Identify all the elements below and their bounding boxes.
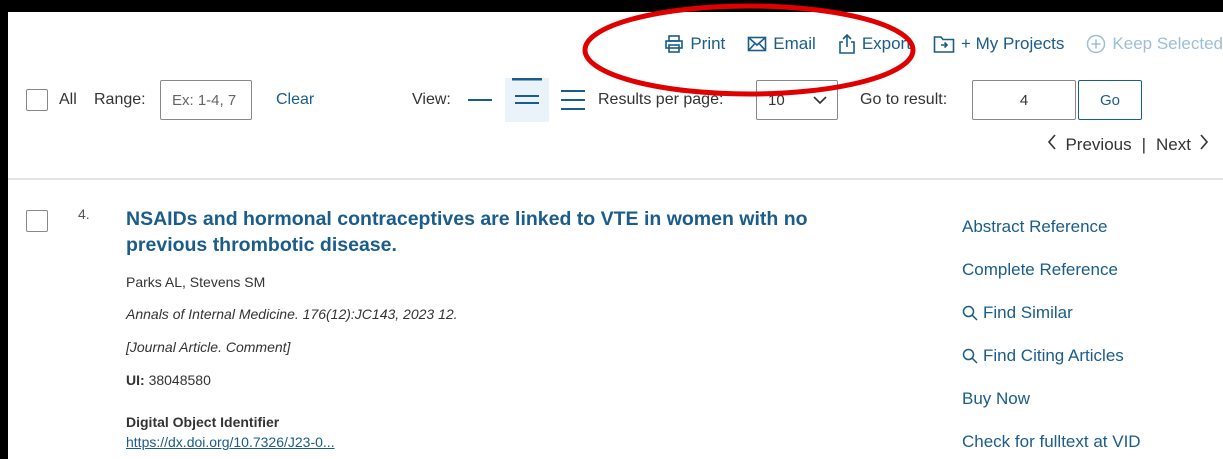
- results-toolbar: Print Email Export + My Projects Keep Se…: [8, 12, 1223, 180]
- chevron-right-icon: [1199, 134, 1209, 155]
- plus-circle-icon: [1087, 34, 1106, 54]
- email-button[interactable]: Email: [747, 34, 816, 54]
- select-all[interactable]: All: [26, 78, 77, 122]
- search-icon: [962, 305, 978, 321]
- result-title-link[interactable]: NSAIDs and hormonal contraceptives are l…: [126, 206, 886, 258]
- complete-reference-link[interactable]: Complete Reference: [962, 260, 1118, 280]
- view-title-only-button[interactable]: [458, 78, 502, 122]
- next-link[interactable]: Next: [1156, 135, 1191, 155]
- doi-label: Digital Object Identifier: [126, 414, 280, 430]
- my-projects-button[interactable]: + My Projects: [933, 34, 1064, 54]
- folder-icon: [933, 36, 955, 53]
- filter-bar: All Range: Ex: 1-4, 7 Clear View: Result…: [8, 78, 1223, 122]
- result-source: Annals of Internal Medicine. 176(12):JC1…: [126, 306, 458, 322]
- keep-selected-button[interactable]: Keep Selected: [1086, 34, 1223, 54]
- results-per-page-select[interactable]: 10: [756, 80, 838, 120]
- envelope-icon: [747, 36, 767, 52]
- ui-value: 38048580: [148, 372, 211, 388]
- title-only-view-icon: [468, 99, 492, 101]
- find-citing-articles-link[interactable]: Find Citing Articles: [962, 346, 1124, 366]
- result-number: 4.: [78, 206, 90, 222]
- select-all-checkbox[interactable]: [26, 89, 48, 111]
- export-icon: [839, 34, 855, 54]
- action-bar: Print Email Export + My Projects Keep Se…: [664, 30, 1223, 58]
- chevron-left-icon: [1047, 134, 1057, 155]
- pagination: Previous | Next: [1047, 134, 1209, 155]
- find-citing-label: Find Citing Articles: [983, 346, 1124, 365]
- standard-view-icon: [512, 78, 542, 104]
- check-fulltext-link[interactable]: Check for fulltext at VID: [962, 432, 1141, 452]
- find-similar-link[interactable]: Find Similar: [962, 303, 1073, 323]
- view-standard-button[interactable]: [505, 78, 549, 122]
- abstract-reference-link[interactable]: Abstract Reference: [962, 217, 1108, 237]
- app-frame: Print Email Export + My Projects Keep Se…: [8, 12, 1223, 459]
- result-checkbox[interactable]: [26, 210, 48, 232]
- goto-label: Go to result:: [860, 91, 948, 108]
- view-label: View:: [412, 91, 451, 108]
- all-label: All: [59, 91, 77, 108]
- printer-icon: [665, 35, 684, 53]
- go-label: Go: [1099, 91, 1120, 109]
- result-authors: Parks AL, Stevens SM: [126, 274, 266, 290]
- full-view-icon: [561, 90, 585, 110]
- range-placeholder: Ex: 1-4, 7: [172, 91, 237, 109]
- print-label: Print: [690, 34, 726, 53]
- my-projects-label: + My Projects: [960, 34, 1065, 53]
- print-button[interactable]: Print: [664, 34, 725, 54]
- clear-link[interactable]: Clear: [276, 78, 314, 122]
- goto-input[interactable]: 4: [972, 80, 1076, 120]
- range-label: Range:: [94, 91, 146, 108]
- search-icon: [962, 348, 978, 364]
- pager-separator: |: [1141, 134, 1147, 154]
- result-pub-type: [Journal Article. Comment]: [126, 339, 291, 355]
- clear-label: Clear: [276, 91, 315, 108]
- results-per-page-label: Results per page:: [598, 91, 724, 108]
- email-label: Email: [773, 34, 816, 53]
- buy-now-link[interactable]: Buy Now: [962, 389, 1030, 409]
- view-full-button[interactable]: [551, 78, 595, 122]
- keep-selected-label: Keep Selected: [1112, 34, 1223, 53]
- export-button[interactable]: Export: [838, 34, 911, 54]
- go-button[interactable]: Go: [1078, 80, 1142, 120]
- range-input[interactable]: Ex: 1-4, 7: [160, 80, 252, 120]
- find-similar-label: Find Similar: [983, 303, 1073, 322]
- chevron-down-icon: [813, 96, 827, 105]
- ui-label: UI:: [126, 372, 145, 388]
- result-ui: UI: 38048580: [126, 372, 211, 388]
- export-label: Export: [861, 34, 911, 53]
- goto-value: 4: [1019, 91, 1029, 109]
- previous-link[interactable]: Previous: [1065, 135, 1131, 155]
- doi-link[interactable]: https://dx.doi.org/10.7326/J23-0...: [126, 434, 335, 450]
- result-item: 4. NSAIDs and hormonal contraceptives ar…: [8, 182, 1223, 459]
- results-per-page-value: 10: [768, 91, 785, 109]
